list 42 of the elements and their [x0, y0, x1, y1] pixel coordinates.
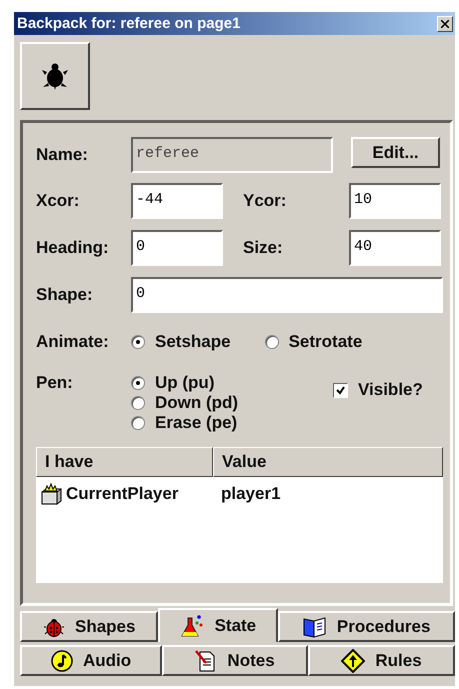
- field-label: Name:: [36, 145, 89, 165]
- turtle-button[interactable]: [20, 42, 90, 110]
- tab[interactable]: Shapes: [20, 611, 158, 642]
- tab[interactable]: Notes: [162, 645, 308, 676]
- tab[interactable]: Audio: [20, 645, 162, 676]
- field-label: Pen:: [36, 373, 74, 394]
- number-field[interactable]: -44: [131, 183, 223, 219]
- field-label: Xcor:: [36, 191, 80, 211]
- book-icon: [302, 616, 327, 638]
- flask-icon: [180, 614, 205, 638]
- visible-checkbox[interactable]: Visible?: [333, 380, 423, 400]
- table-cell-text: player1: [221, 484, 282, 504]
- field-label: Animate:: [36, 332, 110, 352]
- column-header[interactable]: I have: [36, 447, 213, 477]
- note-page-icon: [195, 650, 218, 672]
- radio-option[interactable]: Setshape: [131, 332, 231, 352]
- column-header[interactable]: Value: [213, 447, 443, 477]
- turtle-icon: [40, 61, 70, 91]
- edit-button[interactable]: Edit...: [351, 137, 440, 168]
- radio-option[interactable]: Down (pd): [131, 393, 333, 413]
- tab[interactable]: Procedures: [278, 611, 455, 642]
- field-label: Ycor:: [242, 191, 288, 211]
- music-note-icon: [50, 650, 73, 672]
- number-field[interactable]: 0: [131, 230, 223, 266]
- shape-field[interactable]: 0: [131, 277, 443, 313]
- number-field[interactable]: 40: [349, 230, 441, 266]
- close-button[interactable]: [437, 16, 453, 32]
- tab[interactable]: State: [158, 608, 278, 642]
- window-title: Backpack for: referee on page1: [17, 15, 240, 32]
- number-field[interactable]: 10: [349, 183, 441, 219]
- field-label: Size:: [242, 238, 284, 258]
- radio-option[interactable]: Erase (pe): [131, 413, 333, 433]
- field-label: Heading:: [36, 238, 110, 258]
- arrow-sign-icon: [341, 648, 366, 672]
- table-cell-text: CurrentPlayer: [66, 484, 180, 504]
- tab[interactable]: Rules: [308, 645, 455, 676]
- radio-option[interactable]: Up (pu): [131, 373, 333, 393]
- radio-option[interactable]: Setrotate: [264, 332, 362, 352]
- box-icon: [39, 482, 63, 506]
- checkmark-icon: [336, 386, 345, 394]
- close-icon: [441, 20, 449, 28]
- field-label: Shape:: [36, 285, 94, 305]
